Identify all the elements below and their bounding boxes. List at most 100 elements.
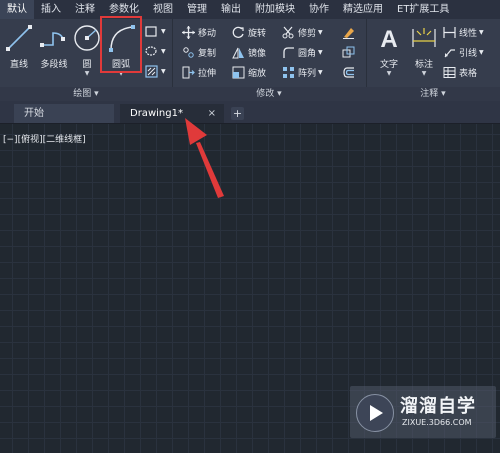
rectangle-tool[interactable]: ▼ [145,23,166,39]
close-tab-icon[interactable]: × [208,104,216,123]
annotation-panel-title[interactable]: 注释 ▾ [366,87,500,101]
annotation-panel: A 文字 ▼ 标注 ▼ 线性 ▼ 引线 ▼ 表格 注释 ▾ [366,19,500,101]
tab-collaborate[interactable]: 协作 [302,0,336,19]
tab-express-tools[interactable]: ET扩展工具 [390,0,456,19]
trim-label: 修剪 [298,28,317,39]
tab-start-label: 开始 [24,108,44,119]
erase-button[interactable] [342,24,358,40]
tab-output[interactable]: 输出 [214,0,248,19]
mirror-button[interactable]: 镜像 [232,44,266,60]
modify-panel-title-text: 修改 [256,89,275,99]
scale-button[interactable]: 缩放 [232,64,266,80]
rotate-icon [232,26,244,38]
polyline-label: 多段线 [40,60,68,70]
text-a-icon: A [380,26,397,53]
draw-panel-title-text: 绘图 [73,89,92,99]
tab-insert[interactable]: 插入 [34,0,68,19]
stretch-button[interactable]: 拉伸 [182,64,216,80]
hatch-icon [145,45,157,56]
linear-button[interactable]: 线性 ▼ [443,24,484,40]
draw-panel: 直线 多段线 圆 ▼ 圆弧 ▼ ▼ ▼ ▼ 绘图 ▾ [0,19,173,101]
tab-manage[interactable]: 管理 [180,0,214,19]
fillet-button[interactable]: 圆角 ▼ [282,44,323,60]
circle-button[interactable]: 圆 ▼ [70,21,104,81]
table-button[interactable]: 表格 [443,64,477,80]
move-button[interactable]: 移动 [182,24,216,40]
new-tab-button[interactable]: + [231,107,244,120]
circle-dropdown-icon[interactable]: ▼ [85,70,90,78]
boundary-dropdown-icon[interactable]: ▼ [161,68,166,75]
array-label: 阵列 [298,68,317,79]
rectangle-icon [145,25,157,37]
scissors-icon [282,26,294,38]
ribbon-tab-strip: 默认 插入 注释 参数化 视图 管理 输出 附加模块 协作 精选应用 ET扩展工… [0,0,500,20]
fillet-dropdown-icon[interactable]: ▼ [318,49,323,56]
linear-label: 线性 [459,28,478,39]
watermark-title: 溜溜自学 [400,396,476,417]
circle-icon [74,25,100,51]
rotate-button[interactable]: 旋转 [232,24,266,40]
line-button[interactable]: 直线 [2,21,36,81]
offset-button[interactable] [342,64,358,80]
tab-drawing1[interactable]: Drawing1* × [120,104,224,123]
trim-dropdown-icon[interactable]: ▼ [318,29,323,36]
viewport-controls-label[interactable]: [−][俯视][二维线框] [3,132,86,145]
hatch-tool[interactable]: ▼ [145,43,166,59]
draw-panel-title[interactable]: 绘图 ▾ [0,87,172,101]
tab-annotate[interactable]: 注释 [68,0,102,19]
array-button[interactable]: 阵列 ▼ [282,64,323,80]
array-dropdown-icon[interactable]: ▼ [318,69,323,76]
text-dropdown-icon[interactable]: ▼ [387,70,392,78]
copy-icon [183,46,194,58]
tab-featured-apps[interactable]: 精选应用 [336,0,390,19]
modify-panel: 移动 旋转 修剪 ▼ 复制 镜像 圆角 ▼ 拉伸 缩放 阵列 ▼ 修改 ▾ [172,19,367,101]
dimension-icon [412,28,436,47]
stretch-icon [182,66,195,78]
tab-default[interactable]: 默认 [0,0,34,19]
text-label: 文字 [379,60,398,70]
hatch-dropdown-icon[interactable]: ▼ [161,48,166,55]
fillet-label: 圆角 [298,48,317,59]
leader-dropdown-icon[interactable]: ▼ [479,49,484,56]
table-label: 表格 [459,68,478,79]
dimension-button[interactable]: 标注 ▼ [407,21,441,81]
scale-icon [232,66,245,78]
boundary-tool[interactable]: ▼ [145,63,166,79]
leader-button[interactable]: 引线 ▼ [443,44,484,60]
move-label: 移动 [198,28,217,39]
dimension-dropdown-icon[interactable]: ▼ [422,70,427,78]
linear-dropdown-icon[interactable]: ▼ [479,29,484,36]
tab-drawing1-label: Drawing1* [130,108,183,119]
boundary-icon [145,64,158,78]
watermark-url: ZIXUE.3D66.COM [402,418,472,427]
leader-label: 引线 [459,48,478,59]
line-label: 直线 [9,60,28,70]
annotation-panel-title-text: 注释 [420,89,439,99]
copy-button[interactable]: 复制 [182,44,216,60]
explode-button[interactable] [342,44,358,60]
watermark: 溜溜自学 ZIXUE.3D66.COM [350,386,496,438]
arc-highlight-box [100,16,142,73]
rotate-label: 旋转 [248,28,267,39]
copy-label: 复制 [198,48,217,59]
svg-text:A: A [380,26,397,53]
table-icon [443,66,456,78]
fillet-icon [283,46,294,58]
trim-button[interactable]: 修剪 ▼ [282,24,323,40]
stretch-label: 拉伸 [198,68,217,79]
polyline-icon [40,32,65,47]
eraser-icon [343,27,354,39]
scale-label: 缩放 [248,68,267,79]
polyline-button[interactable]: 多段线 [37,21,71,81]
ribbon: 直线 多段线 圆 ▼ 圆弧 ▼ ▼ ▼ ▼ 绘图 ▾ 移动 旋转 修剪 ▼ 复制… [0,16,500,102]
tab-addins[interactable]: 附加模块 [248,0,302,19]
text-button[interactable]: A 文字 ▼ [372,21,406,81]
circle-label: 圆 [82,60,92,70]
rectangle-dropdown-icon[interactable]: ▼ [161,28,166,35]
line-icon [6,25,32,51]
mirror-label: 镜像 [248,48,267,59]
tab-view[interactable]: 视图 [146,0,180,19]
document-tab-bar: 开始 Drawing1* × + [0,101,500,124]
modify-panel-title[interactable]: 修改 ▾ [172,87,366,101]
tab-start[interactable]: 开始 [14,104,114,123]
